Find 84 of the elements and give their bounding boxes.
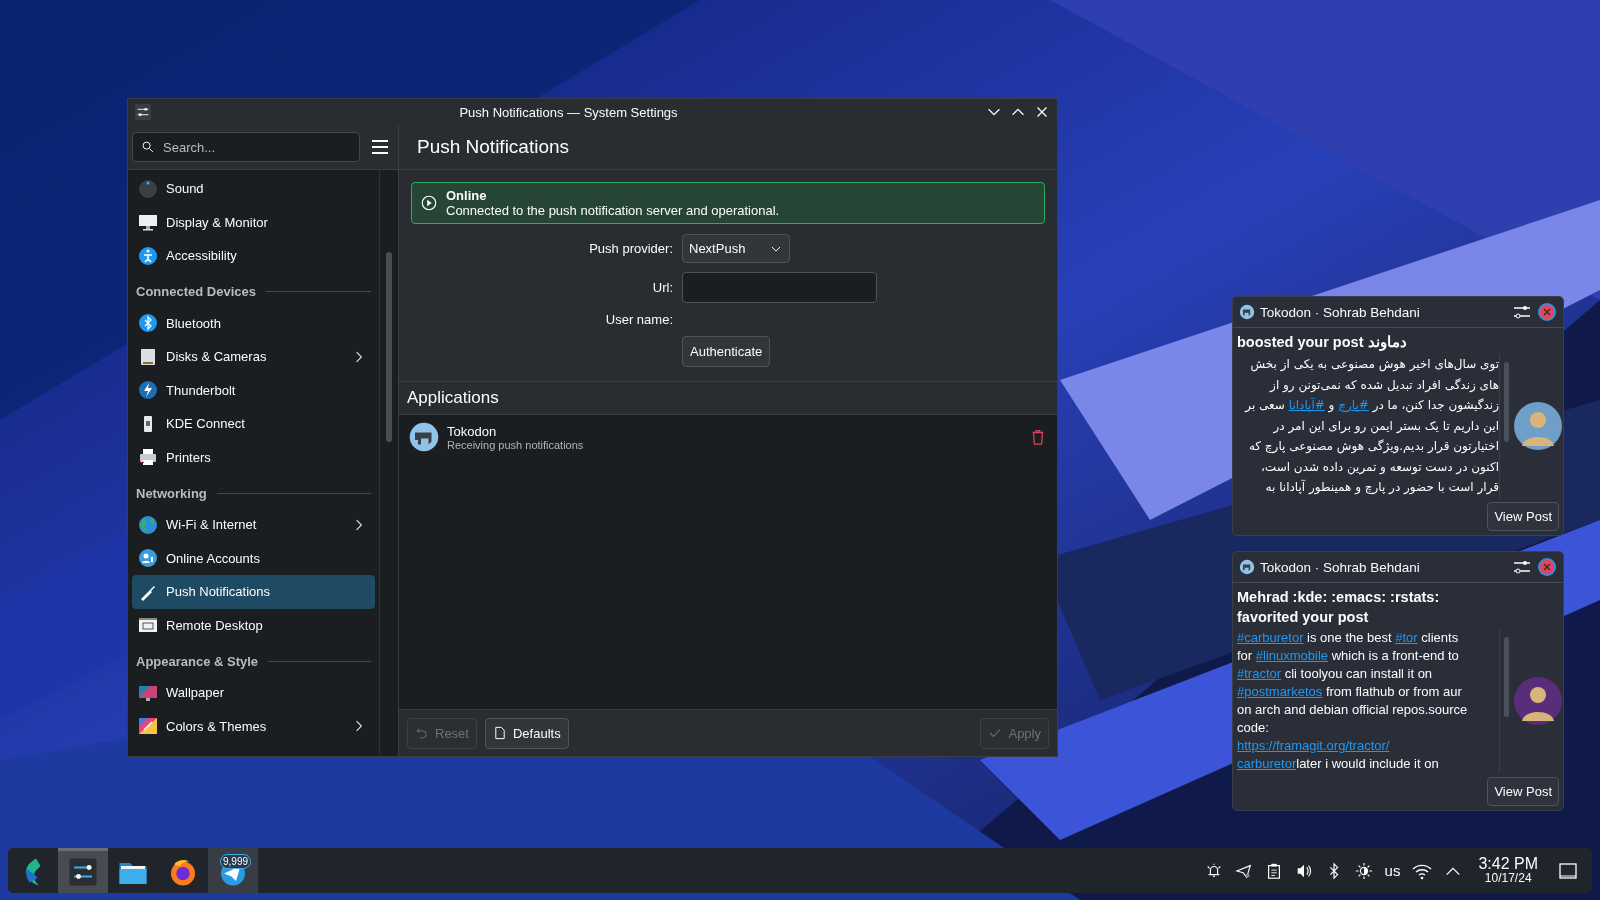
undo-icon bbox=[415, 726, 429, 740]
sidebar-item[interactable]: Printers bbox=[132, 440, 375, 474]
menu-button[interactable] bbox=[370, 137, 390, 157]
scrollbar[interactable] bbox=[1504, 362, 1509, 442]
printer-icon bbox=[138, 447, 158, 468]
close-icon bbox=[1537, 557, 1557, 577]
count-badge: 9,999 bbox=[220, 854, 252, 869]
play-icon bbox=[420, 194, 438, 212]
app-name: Tokodon bbox=[447, 423, 498, 439]
scrollbar[interactable] bbox=[386, 252, 392, 442]
sidebar-item[interactable]: Wi-Fi & Internet bbox=[132, 508, 375, 542]
section-header: Appearance & Style bbox=[136, 653, 259, 669]
monitor-icon bbox=[138, 212, 158, 233]
sidebar-item[interactable]: Remote Desktop bbox=[132, 608, 375, 642]
lightning-icon bbox=[138, 380, 158, 401]
bluetooth-icon bbox=[138, 313, 158, 334]
notification-title: boosted your post دماوند bbox=[1236, 333, 1408, 352]
section-header: Connected Devices bbox=[136, 284, 256, 299]
brightness-icon bbox=[1354, 861, 1373, 880]
post-text: توی سال‌های اخیر هوش مصنوعی به یکی از بخش های زندگی افراد تبدیل شده که نمی‌تونن رو از زندگیشون جدا کنن، ما در #پارچ و #آپادانا سعی بر این داریم تا یک بستر ایمن رو برای این امر در اختیارتون قرار بدیم.ویژگی هوش مصنوعی پارچ که اکنون در دست توسعه و تمرین داده شدن است، قرار است با حضور در پارچ و همینطور آپادانا به bbox=[1243, 356, 1499, 497]
task-button[interactable]: 9,999 bbox=[208, 848, 258, 893]
authenticate-button[interactable]: Authenticate bbox=[682, 336, 771, 367]
notification-title: Mehrad :kde: :emacs: :rstats: favorited your post bbox=[1236, 588, 1441, 627]
sidebar-item[interactable]: Colors & Themes bbox=[132, 709, 375, 743]
window-title: Push Notifications — System Settings bbox=[458, 104, 679, 120]
sliders-icon bbox=[134, 103, 152, 121]
drive-icon bbox=[138, 346, 158, 367]
sidebar-item[interactable]: Thunderbolt bbox=[132, 373, 375, 407]
section-header: Networking bbox=[136, 485, 207, 501]
status-message: Connected to the push notification server and operational. bbox=[446, 203, 780, 218]
provider-dropdown[interactable]: NextPush bbox=[682, 234, 790, 263]
sidebar-item[interactable]: Disks & Cameras bbox=[132, 340, 375, 374]
accessibility-icon bbox=[138, 245, 158, 266]
post-text: #carburetor is one the best #tor clients for #linuxmobile which is a front-end to #tractor cli toolyou can install it on #postmarketos from flathub or from aur on arch and debian official repos.source code: https://framagit.org/tractor/ carburetorlater i would include it on bbox=[1237, 629, 1469, 773]
dial-icon bbox=[138, 178, 158, 199]
clock[interactable]: 3:42 PM 10/17/24 bbox=[1478, 856, 1538, 885]
desktop-icon bbox=[1558, 860, 1578, 881]
app-status: Receiving push notifications bbox=[447, 438, 585, 451]
hashtag-link[interactable]: #پارچ bbox=[1338, 398, 1369, 412]
accounts-icon bbox=[138, 548, 158, 569]
hashtag-link[interactable]: #postmarketos bbox=[1237, 684, 1323, 699]
check-icon bbox=[988, 726, 1003, 740]
globe-icon bbox=[138, 514, 158, 535]
close-icon bbox=[1537, 302, 1557, 322]
field-label: Push provider: bbox=[588, 241, 673, 256]
defaults-button[interactable]: Defaults bbox=[484, 717, 569, 749]
section-title: Applications bbox=[407, 388, 499, 407]
sidebar-item[interactable]: Wallpaper bbox=[132, 676, 375, 710]
hashtag-link[interactable]: #آپادانا bbox=[1288, 398, 1325, 412]
field-label: User name: bbox=[604, 312, 673, 327]
sidebar-item[interactable]: Accessibility bbox=[132, 239, 375, 273]
hashtag-link[interactable]: #linuxmobile bbox=[1255, 648, 1329, 663]
search-icon bbox=[141, 140, 155, 154]
sidebar-item[interactable]: Online Accounts bbox=[132, 541, 375, 575]
status-title: Online bbox=[446, 188, 488, 203]
hashtag-link[interactable]: #carburetor bbox=[1237, 630, 1304, 645]
view-post-button[interactable]: View Post bbox=[1487, 501, 1559, 531]
show-desktop-button[interactable] bbox=[1558, 860, 1578, 881]
avatar bbox=[1514, 401, 1562, 450]
sidebar-item[interactable]: Push Notifications bbox=[132, 575, 375, 609]
keyboard-layout[interactable]: us bbox=[1384, 862, 1401, 879]
sliders-icon bbox=[68, 857, 98, 887]
globe-icon bbox=[168, 857, 198, 887]
avatar bbox=[1514, 677, 1562, 725]
view-post-button[interactable]: View Post bbox=[1487, 777, 1559, 806]
sidebar-item[interactable]: KDE Connect bbox=[132, 407, 375, 441]
sidebar-item[interactable]: Bluetooth bbox=[132, 306, 375, 340]
menu-icon bbox=[370, 137, 390, 157]
search-field[interactable]: Search... bbox=[132, 132, 360, 162]
hashtag-link[interactable]: https://framagit.org/tractor/ bbox=[1237, 738, 1390, 753]
page-title: Push Notifications bbox=[417, 136, 570, 158]
url-field[interactable] bbox=[682, 272, 877, 303]
sidebar-item[interactable]: Sound bbox=[132, 172, 375, 206]
hashtag-link[interactable]: #tor bbox=[1395, 630, 1418, 645]
hashtag-link[interactable]: carburetor bbox=[1237, 756, 1297, 771]
palette-icon bbox=[138, 716, 158, 737]
notification-source: Tokodon · Sohrab Behdani bbox=[1260, 304, 1421, 320]
scrollbar[interactable] bbox=[1504, 637, 1509, 717]
hashtag-link[interactable]: #tractor bbox=[1237, 666, 1282, 681]
sidebar-item[interactable]: Display & Monitor bbox=[132, 205, 375, 239]
brightness-button[interactable] bbox=[1354, 861, 1373, 880]
document-icon bbox=[492, 726, 507, 740]
notification-source: Tokodon · Sohrab Behdani bbox=[1260, 559, 1421, 575]
field-label: Url: bbox=[651, 280, 673, 295]
